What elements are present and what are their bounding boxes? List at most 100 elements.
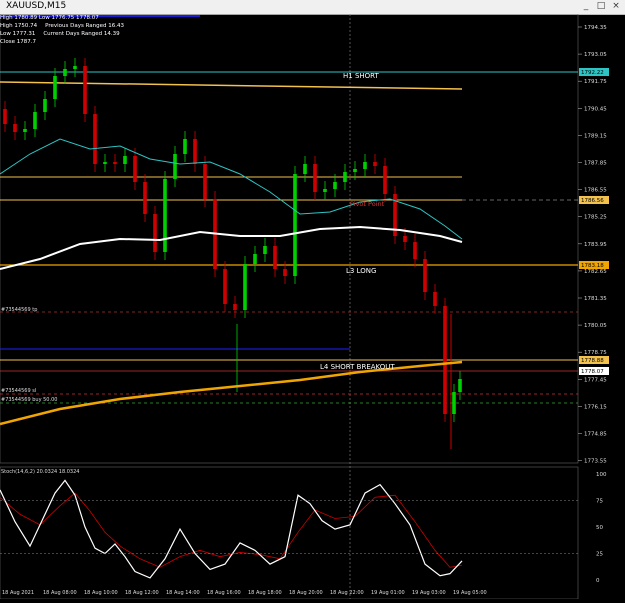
- candle-body: [63, 69, 67, 76]
- candle-body: [143, 182, 147, 214]
- candle-body: [133, 156, 137, 182]
- info-row-3: Close 1787.7: [0, 38, 124, 46]
- ma-white: [0, 225, 463, 270]
- moving-averages: [0, 138, 463, 426]
- price-tag-label: 1778.07: [581, 369, 604, 375]
- info-high: High 1780.89: [0, 15, 38, 21]
- candle-body: [43, 99, 47, 112]
- candle-body: [183, 139, 187, 154]
- price-tick-label: 1789.15: [584, 133, 607, 139]
- ma-cyan: [0, 138, 463, 240]
- time-tick-label: 18 Aug 14:00: [166, 590, 200, 596]
- time-tick-label: 19 Aug 03:00: [412, 590, 446, 596]
- price-tick-label: 1776.15: [584, 404, 607, 410]
- candle-body: [353, 169, 357, 172]
- window-titlebar[interactable]: XAUUSD,M15 _ □ ×: [0, 0, 625, 15]
- info-prev-low: Low 1777.31: [0, 31, 36, 37]
- price-tick-label: 1793.05: [584, 52, 607, 58]
- candle-body: [93, 114, 97, 164]
- candle-body: [223, 269, 227, 304]
- info-panel: High 1780.89 Low 1776.75 1778.07 High 17…: [0, 14, 124, 46]
- candle-body: [103, 162, 107, 164]
- candle-body: [3, 109, 7, 124]
- price-tick-label: 1790.45: [584, 106, 607, 112]
- time-tick-label: 18 Aug 22:00: [330, 590, 364, 596]
- candle-body: [423, 259, 427, 292]
- h1-trend-line: [0, 81, 463, 90]
- info-close: 1778.07: [75, 15, 99, 21]
- candle-body: [243, 264, 247, 310]
- candle-body: [273, 246, 277, 269]
- price-tag-label: 1783.18: [581, 263, 604, 269]
- candle-body: [203, 164, 207, 199]
- stoch-main-line: [0, 479, 463, 579]
- pivot-point-label: Pivot Point: [350, 200, 385, 208]
- price-tick-label: 1774.85: [584, 432, 607, 438]
- info-prev-range: Previous Days Ranged 16.43: [45, 23, 125, 29]
- time-tick-label: 18 Aug 16:00: [207, 590, 241, 596]
- order-buy-label: #73544569 buy 50.00: [1, 397, 57, 403]
- time-tick-label: 18 Aug 20:00: [289, 590, 323, 596]
- price-tick-label: 1778.75: [584, 350, 607, 356]
- stoch-tick-label: 50: [596, 525, 603, 531]
- candle-body: [253, 254, 257, 264]
- stoch-tick-label: 75: [596, 499, 603, 505]
- price-tag-label: 1786.56: [581, 198, 604, 204]
- candle-body: [233, 304, 237, 310]
- info-row-2: Low 1777.31 Current Days Ranged 14.39: [0, 30, 124, 38]
- chart-canvas[interactable]: H1 SHORT Pivot Point L3 LONG L4 SHORT BR…: [0, 13, 625, 600]
- info-row-0: High 1780.89 Low 1776.75 1778.07: [0, 14, 124, 22]
- h1-short-label: H1 SHORT: [343, 72, 380, 80]
- candle-body: [452, 392, 456, 414]
- candle-body: [458, 379, 462, 392]
- price-tick-label: 1773.55: [584, 459, 607, 465]
- price-tick-label: 1786.55: [584, 188, 607, 194]
- candle-body: [53, 76, 57, 99]
- candle-body: [193, 139, 197, 164]
- price-tick-label: 1794.35: [584, 25, 607, 31]
- candle-body: [153, 214, 157, 252]
- price-tags: 1792.22 1786.56 1783.18 1778.88 1778.07: [579, 68, 609, 375]
- price-tick-label: 1791.75: [584, 79, 607, 85]
- chart-area[interactable]: H1 SHORT Pivot Point L3 LONG L4 SHORT BR…: [0, 13, 625, 600]
- close-button[interactable]: ×: [609, 1, 623, 12]
- info-current-range: Current Days Ranged 14.39: [43, 31, 120, 37]
- time-tick-label: 18 Aug 08:00: [43, 590, 77, 596]
- time-axis: 18 Aug 2021 18 Aug 08:00 18 Aug 10:00 18 Au…: [2, 590, 487, 596]
- candle-body: [73, 66, 77, 69]
- candle-body: [263, 246, 267, 254]
- price-tick-label: 1777.45: [584, 377, 607, 383]
- l3-long-label: L3 LONG: [346, 267, 376, 275]
- maximize-button[interactable]: □: [594, 1, 608, 12]
- info-prev-close: Close 1787.7: [0, 39, 36, 45]
- candle-body: [113, 162, 117, 164]
- candle-body: [123, 156, 127, 164]
- candle-body: [383, 166, 387, 194]
- stoch-tick-label: 25: [596, 552, 603, 558]
- candle-body: [333, 182, 337, 189]
- candle-body: [313, 164, 317, 192]
- price-tick-label: 1780.05: [584, 323, 607, 329]
- time-tick-label: 18 Aug 2021: [2, 590, 34, 596]
- price-tag-label: 1778.88: [581, 358, 604, 364]
- order-tp-label: #73544569 tp: [1, 307, 37, 313]
- candle-body: [413, 242, 417, 259]
- stoch-pane-frame: [0, 466, 579, 600]
- minimize-button[interactable]: _: [579, 1, 593, 12]
- candle-body: [433, 292, 437, 306]
- time-tick-label: 18 Aug 10:00: [84, 590, 118, 596]
- info-row-1: High 1750.74 Previous Days Ranged 16.43: [0, 22, 124, 30]
- candle-body: [303, 164, 307, 174]
- stoch-tick-label: 100: [596, 472, 607, 478]
- candles: [3, 58, 462, 449]
- time-tick-label: 18 Aug 18:00: [248, 590, 282, 596]
- window-title: XAUUSD,M15: [6, 1, 67, 11]
- price-tick-label: 1781.35: [584, 296, 607, 302]
- candle-body: [83, 66, 87, 114]
- stoch-lines: [0, 479, 578, 579]
- time-tick-label: 19 Aug 01:00: [371, 590, 405, 596]
- price-tick-label: 1782.65: [584, 269, 607, 275]
- info-low: Low 1776.75: [38, 15, 75, 21]
- price-tick-label: 1785.25: [584, 215, 607, 221]
- candle-body: [293, 174, 297, 276]
